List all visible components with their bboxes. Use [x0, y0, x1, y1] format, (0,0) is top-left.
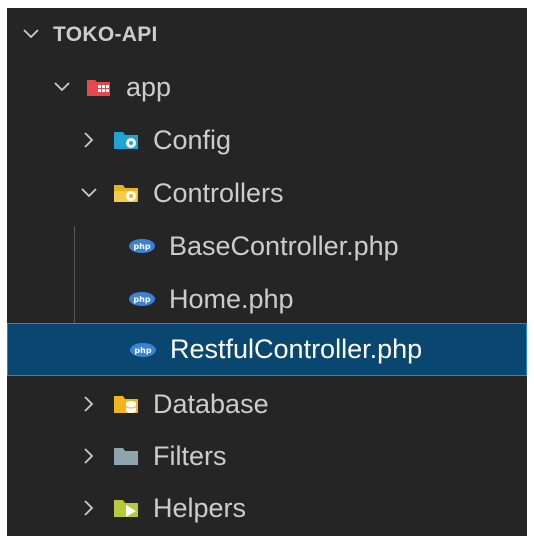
chevron-right-icon[interactable] [77, 444, 101, 468]
config-folder-icon [111, 125, 141, 155]
chevron-right-icon[interactable] [77, 392, 101, 416]
php-file-icon: php [128, 335, 158, 365]
chevron-down-icon[interactable] [77, 181, 101, 205]
chevron-down-icon[interactable] [19, 22, 43, 46]
helpers-folder-icon [111, 493, 141, 523]
tree-item-label: BaseController.php [169, 230, 399, 261]
svg-text:php: php [133, 242, 150, 251]
tree-item-label: Config [153, 124, 232, 155]
tree-item-restfulcontroller[interactable]: php RestfulController.php [7, 323, 527, 376]
tree-item-home[interactable]: php Home.php [7, 273, 527, 325]
tree-item-basecontroller[interactable]: php BaseController.php [7, 220, 527, 272]
controllers-folder-icon [111, 178, 141, 208]
svg-text:php: php [133, 295, 150, 304]
root-folder-label: TOKO-API [53, 22, 158, 46]
file-explorer: TOKO-API app Config Controllers php Base… [7, 8, 527, 536]
explorer-root-header[interactable]: TOKO-API [7, 8, 527, 60]
app-folder-icon [84, 72, 114, 102]
tree-item-label: Helpers [153, 492, 247, 523]
tree-item-filters[interactable]: Filters [7, 430, 527, 482]
tree-item-label: Filters [153, 440, 227, 471]
chevron-right-icon[interactable] [77, 128, 101, 152]
tree-item-label: app [126, 71, 172, 102]
tree-item-label: RestfulController.php [170, 334, 423, 364]
php-file-icon: php [127, 284, 157, 314]
tree-item-config[interactable]: Config [7, 114, 527, 166]
tree-item-label: Controllers [153, 177, 284, 208]
tree-item-database[interactable]: Database [7, 378, 527, 430]
tree-item-label: Database [153, 388, 269, 419]
filters-folder-icon [111, 441, 141, 471]
chevron-right-icon[interactable] [77, 496, 101, 520]
tree-item-app[interactable]: app [7, 61, 527, 113]
tree-item-helpers[interactable]: Helpers [7, 482, 527, 534]
database-folder-icon [111, 389, 141, 419]
php-file-icon: php [127, 231, 157, 261]
tree-item-controllers[interactable]: Controllers [7, 167, 527, 219]
svg-text:php: php [134, 346, 151, 355]
chevron-down-icon[interactable] [50, 75, 74, 99]
tree-item-label: Home.php [169, 283, 294, 314]
